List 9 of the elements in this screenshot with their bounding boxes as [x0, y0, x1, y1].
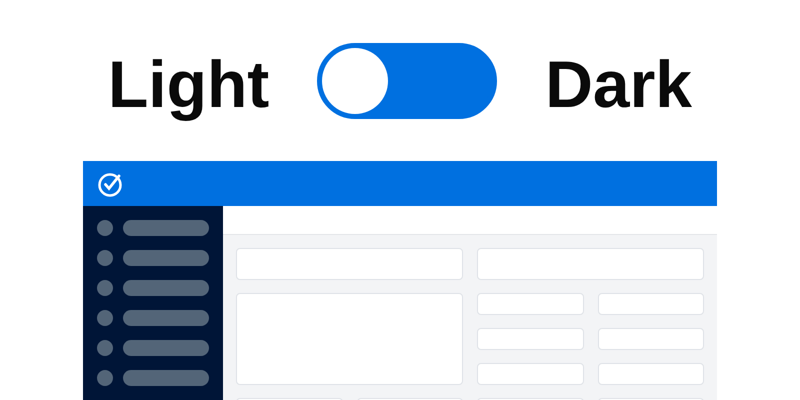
placeholder-dot [97, 220, 113, 236]
dark-label: Dark [545, 46, 692, 124]
placeholder-dot [97, 310, 113, 326]
placeholder-dot [97, 280, 113, 296]
placeholder-dot [97, 370, 113, 386]
light-label: Light [108, 46, 270, 124]
placeholder-dot [97, 340, 113, 356]
placeholder-dot [97, 250, 113, 266]
checkbox-logo-icon [98, 170, 124, 196]
